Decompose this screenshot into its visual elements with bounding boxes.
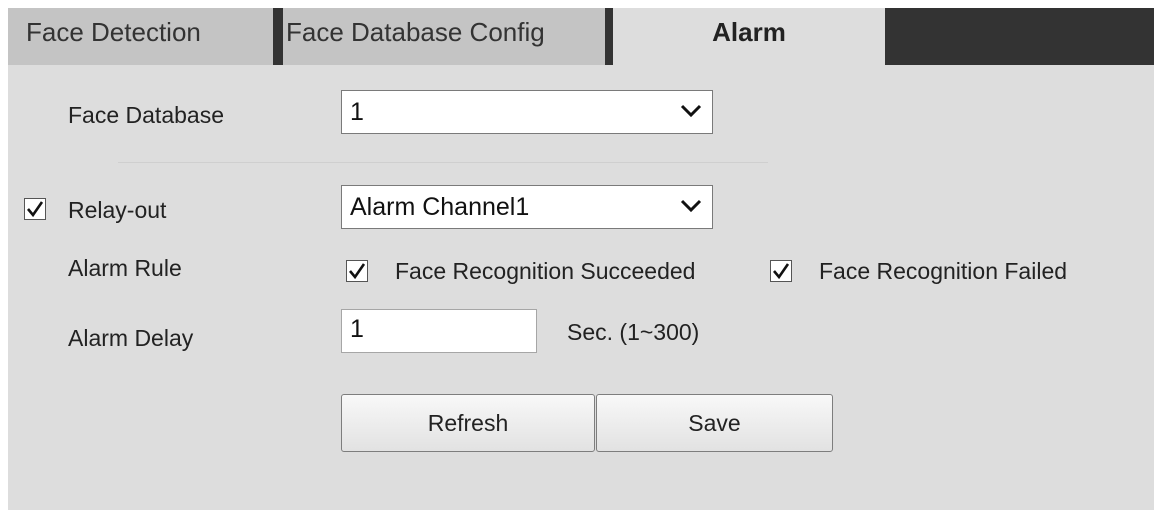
face-recognition-succeeded-checkbox[interactable] — [346, 260, 368, 282]
tab-face-detection[interactable]: Face Detection — [8, 8, 273, 65]
alarm-settings-panel: Face Database 1 Relay-out Alarm Channel1… — [8, 65, 1154, 510]
relay-out-checkbox[interactable] — [24, 198, 46, 220]
refresh-button[interactable]: Refresh — [341, 394, 595, 452]
section-divider — [118, 162, 768, 163]
face-database-label: Face Database — [68, 102, 224, 128]
face-recognition-failed-label: Face Recognition Failed — [819, 258, 1068, 284]
relay-out-value: Alarm Channel1 — [350, 193, 530, 221]
face-recognition-succeeded-label: Face Recognition Succeeded — [395, 258, 696, 284]
tab-alarm[interactable]: Alarm — [613, 8, 885, 65]
checkmark-icon — [773, 263, 790, 280]
checkmark-icon — [27, 201, 44, 218]
chevron-down-icon — [680, 199, 702, 213]
chevron-down-icon — [680, 104, 702, 118]
relay-out-label: Relay-out — [68, 197, 167, 223]
alarm-delay-label: Alarm Delay — [68, 325, 194, 351]
tab-face-database-config[interactable]: Face Database Config — [283, 8, 605, 65]
alarm-delay-input[interactable]: 1 — [341, 309, 537, 353]
tab-bar: Face Detection Face Database Config Alar… — [8, 8, 1154, 65]
face-database-select[interactable]: 1 — [341, 90, 713, 134]
alarm-rule-label: Alarm Rule — [68, 255, 182, 281]
save-button[interactable]: Save — [596, 394, 833, 452]
checkmark-icon — [349, 263, 366, 280]
face-recognition-failed-checkbox[interactable] — [770, 260, 792, 282]
face-database-value: 1 — [350, 98, 364, 126]
alarm-delay-unit: Sec. (1~300) — [567, 319, 700, 345]
relay-out-select[interactable]: Alarm Channel1 — [341, 185, 713, 229]
